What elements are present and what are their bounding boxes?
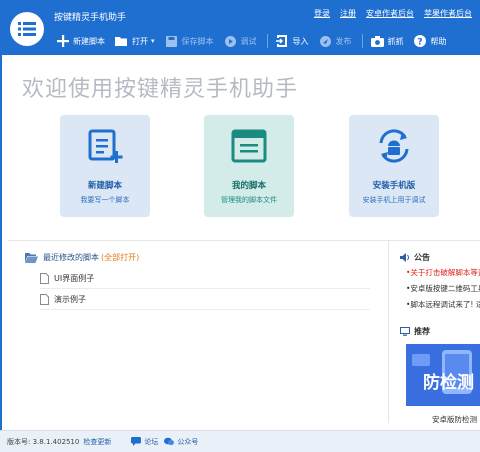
install-mobile-title: 安装手机版: [372, 181, 416, 191]
welcome-heading: 欢迎使用按键精灵手机助手: [22, 77, 299, 102]
install-mobile-tile[interactable]: 安装手机版 安装手机上用于调试: [349, 115, 439, 217]
forum-label: 论坛: [144, 437, 159, 446]
list-icon: [18, 22, 36, 36]
register-link[interactable]: 注册: [340, 8, 356, 19]
recent-script-item[interactable]: UI界面例子: [40, 269, 370, 289]
section-divider: [8, 240, 480, 241]
wechat-link[interactable]: 公众号: [164, 437, 198, 447]
promo-banner[interactable]: 防检测: [406, 344, 480, 406]
notice-item[interactable]: •关于打击破解脚本等违: [406, 267, 480, 278]
install-mobile-subtitle: 安装手机上用于调试: [362, 196, 426, 204]
publish-button[interactable]: 发布: [319, 35, 352, 48]
check-update-link[interactable]: 检查更新: [83, 437, 111, 447]
import-icon: [276, 35, 289, 48]
help-label: 帮助: [430, 36, 447, 46]
folder-icon: [115, 35, 128, 48]
plus-icon: [56, 35, 69, 48]
version-label: 版本号: 3.8.1.402510: [7, 437, 80, 446]
account-links: 登录 注册 安卓作者后台 苹果作者后台: [314, 8, 472, 19]
ios-author-link[interactable]: 苹果作者后台: [424, 8, 472, 19]
monitor-icon: [400, 327, 410, 336]
speaker-icon: [400, 253, 409, 262]
my-scripts-subtitle: 管理我的脚本文件: [221, 196, 277, 204]
new-script-subtitle: 我要写一个脚本: [80, 196, 130, 204]
chevron-down-icon: ▾: [151, 37, 155, 45]
debug-label: 调试: [240, 36, 257, 46]
publish-icon: [319, 35, 332, 48]
help-button[interactable]: ? 帮助: [414, 35, 447, 48]
help-icon: ?: [414, 35, 427, 48]
file-icon: [40, 273, 49, 284]
new-script-label: 新建脚本: [73, 36, 105, 46]
status-bar: 版本号: 3.8.1.402510 检查更新 论坛 公众号: [0, 430, 480, 452]
title-toolbar: 按键精灵手机助手 登录 注册 安卓作者后台 苹果作者后台 新建脚本 打开 ▾ 保…: [0, 0, 480, 55]
open-button[interactable]: 打开 ▾: [115, 35, 155, 48]
import-label: 导入: [292, 36, 309, 46]
capture-label: 抓抓: [387, 36, 404, 46]
import-button[interactable]: 导入: [276, 35, 309, 48]
my-scripts-title: 我的脚本: [231, 181, 266, 191]
main-toolbar: 新建脚本 打开 ▾ 保存脚本 调试 导入 发布 抓抓 ? 帮助: [56, 32, 480, 50]
notice-item[interactable]: •安卓版按键二维码工具: [406, 283, 480, 294]
notice-item[interactable]: •脚本远程调试来了! 适: [406, 299, 480, 310]
android-author-link[interactable]: 安卓作者后台: [366, 8, 414, 19]
camera-icon: [370, 35, 384, 48]
open-all-link[interactable]: (全部打开): [101, 252, 139, 263]
open-label: 打开: [132, 36, 148, 46]
new-file-icon: [88, 129, 123, 163]
forum-link[interactable]: 论坛: [131, 437, 158, 447]
login-link[interactable]: 登录: [314, 8, 330, 19]
wechat-icon: [164, 437, 175, 446]
recent-script-name: 演示例子: [54, 295, 86, 304]
play-icon: [224, 35, 237, 48]
android-sync-icon: [379, 129, 409, 163]
panel-divider: [388, 240, 389, 423]
promo-caption[interactable]: 安卓版防检测: [432, 414, 477, 425]
new-script-title: 新建脚本: [87, 181, 122, 191]
folder-open-icon: [25, 252, 38, 263]
wechat-label: 公众号: [177, 437, 199, 446]
publish-label: 发布: [335, 36, 352, 46]
notice-header: 公告: [400, 252, 430, 263]
recent-scripts-header: 最近修改的脚本 (全部打开): [25, 252, 139, 263]
recent-script-name: UI界面例子: [54, 274, 95, 283]
recommend-title: 推荐: [414, 327, 430, 336]
my-scripts-tile[interactable]: 我的脚本 管理我的脚本文件: [204, 115, 294, 217]
window-left-border: [0, 55, 2, 430]
save-script-label: 保存脚本: [181, 36, 214, 46]
toolbar-divider: [266, 34, 268, 48]
promo-banner-text: 防检测: [423, 373, 474, 393]
toolbar-divider: [361, 34, 363, 48]
new-script-tile[interactable]: 新建脚本 我要写一个脚本: [60, 115, 150, 217]
app-logo[interactable]: [10, 12, 44, 46]
recent-script-item[interactable]: 演示例子: [40, 290, 370, 310]
script-window-icon: [231, 129, 267, 163]
chat-bubble-icon: [131, 437, 142, 446]
recent-scripts-title: 最近修改的脚本: [43, 253, 99, 262]
save-icon: [165, 35, 178, 48]
file-icon: [40, 294, 49, 305]
notice-title: 公告: [414, 253, 430, 262]
debug-button[interactable]: 调试: [224, 35, 257, 48]
recommend-header: 推荐: [400, 326, 430, 337]
new-script-button[interactable]: 新建脚本: [56, 35, 105, 48]
app-title: 按键精灵手机助手: [54, 13, 127, 23]
capture-button[interactable]: 抓抓: [370, 35, 404, 48]
svg-text:?: ?: [417, 37, 422, 47]
save-script-button[interactable]: 保存脚本: [165, 35, 214, 48]
